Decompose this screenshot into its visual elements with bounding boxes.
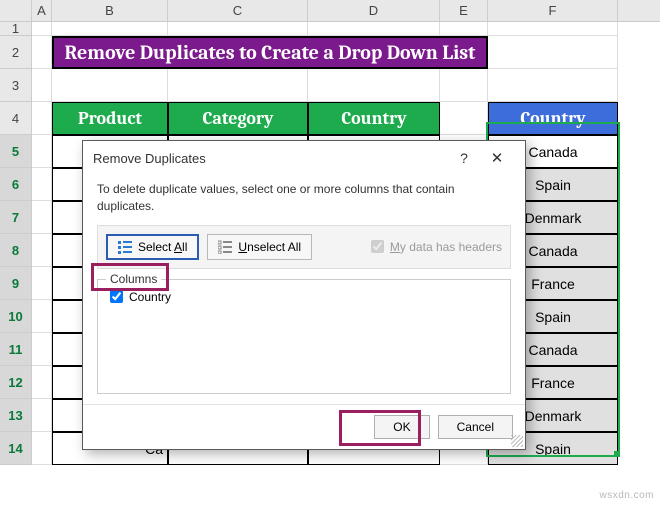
column-checkbox-country[interactable]: [110, 290, 123, 303]
header-country: Country: [308, 102, 440, 135]
row-header-1[interactable]: 1: [0, 22, 32, 36]
row-header-11[interactable]: 11: [0, 333, 32, 366]
dialog-title: Remove Duplicates: [93, 151, 206, 166]
row-header-7[interactable]: 7: [0, 201, 32, 234]
col-header-A[interactable]: A: [32, 0, 52, 21]
header-category: Category: [168, 102, 308, 135]
row-header-13[interactable]: 13: [0, 399, 32, 432]
col-header-F[interactable]: F: [488, 0, 618, 21]
column-item-country[interactable]: Country: [106, 288, 175, 306]
row-header-8[interactable]: 8: [0, 234, 32, 267]
row-header-4[interactable]: 4: [0, 102, 32, 135]
header-product: Product: [52, 102, 168, 135]
col-header-E[interactable]: E: [440, 0, 488, 21]
headers-checkbox-input: [371, 240, 384, 253]
columns-list[interactable]: Country: [106, 288, 502, 385]
watermark: wsxdn.com: [599, 490, 654, 501]
remove-duplicates-dialog: Remove Duplicates ? ✕ To delete duplicat…: [82, 140, 526, 450]
col-header-B[interactable]: B: [52, 0, 168, 21]
dialog-help-button[interactable]: ?: [449, 150, 479, 166]
row-header-14[interactable]: 14: [0, 432, 32, 465]
unselect-all-button[interactable]: Unselect All: [207, 234, 312, 260]
cancel-button[interactable]: Cancel: [438, 415, 513, 439]
row-header-12[interactable]: 12: [0, 366, 32, 399]
dialog-close-button[interactable]: ✕: [479, 149, 515, 167]
ok-button[interactable]: OK: [374, 415, 429, 439]
dialog-footer: OK Cancel: [83, 404, 525, 449]
row-header-3[interactable]: 3: [0, 69, 32, 102]
dialog-titlebar[interactable]: Remove Duplicates ? ✕: [83, 141, 525, 175]
columns-legend: Columns: [106, 272, 161, 286]
select-all-corner[interactable]: [0, 0, 32, 21]
column-label-country: Country: [129, 290, 171, 304]
col-header-C[interactable]: C: [168, 0, 308, 21]
resize-grip-icon[interactable]: [511, 435, 523, 447]
select-all-button[interactable]: Select All: [106, 234, 199, 260]
headers-checkbox-label: My data has headers: [390, 240, 502, 254]
unselect-all-label: Unselect All: [238, 240, 301, 254]
data-has-headers-checkbox[interactable]: My data has headers: [371, 240, 502, 254]
column-headers: A B C D E F: [0, 0, 660, 22]
unselect-all-icon: [218, 240, 232, 254]
select-all-icon: [118, 240, 132, 254]
row-header-2[interactable]: 2: [0, 36, 32, 69]
banner-title: Remove Duplicates to Create a Drop Down …: [52, 36, 488, 69]
dialog-message: To delete duplicate values, select one o…: [97, 181, 511, 215]
dialog-toolbar: Select All Unselect All My data has head…: [97, 225, 511, 269]
row-header-5[interactable]: 5: [0, 135, 32, 168]
columns-fieldset: Columns Country: [97, 279, 511, 394]
row-headers: 1 2 3 4 5 6 7 8 9 10 11 12 13 14: [0, 22, 32, 465]
row-header-9[interactable]: 9: [0, 267, 32, 300]
row-header-10[interactable]: 10: [0, 300, 32, 333]
row-header-6[interactable]: 6: [0, 168, 32, 201]
select-all-label: Select All: [138, 240, 187, 254]
col-header-D[interactable]: D: [308, 0, 440, 21]
header-country-f: Country: [488, 102, 618, 135]
